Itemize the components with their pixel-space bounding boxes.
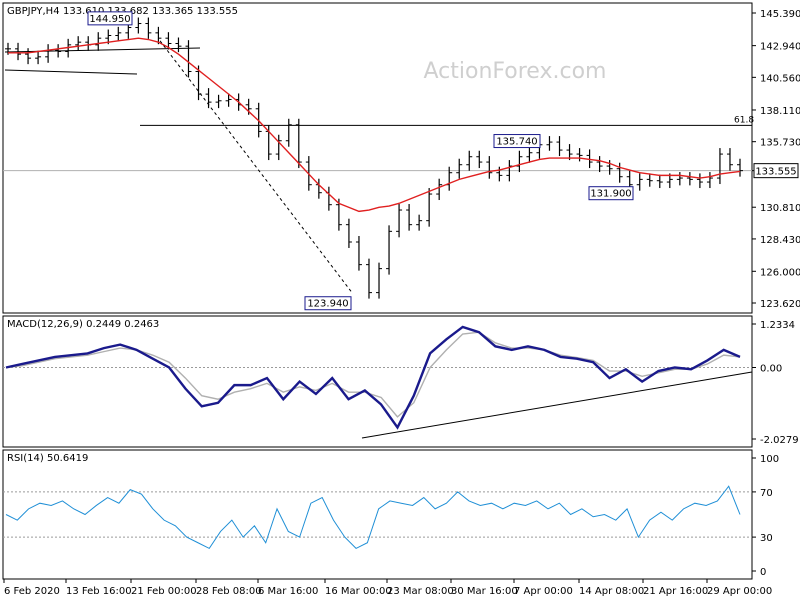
price-ytick-label: 128.430 — [760, 235, 800, 246]
macd-panel — [2, 315, 753, 448]
x-tick-label: 6 Mar 16:00 — [258, 586, 318, 597]
annotation-label: 123.940 — [307, 299, 348, 310]
chart-canvas: ActionForex.comGBPJPY,H4 133.610 133.682 … — [2, 2, 800, 597]
x-tick-label: 16 Mar 00:00 — [325, 586, 392, 597]
price-bars — [5, 17, 743, 299]
x-tick-label: 21 Feb 00:00 — [131, 586, 197, 597]
annotation-label: 144.950 — [89, 14, 130, 25]
x-tick-label: 13 Feb 16:00 — [66, 586, 132, 597]
annotation-label: 135.740 — [496, 137, 537, 148]
x-tick-label: 28 Feb 08:00 — [196, 586, 262, 597]
current-price-label: 133.555 — [755, 167, 796, 178]
macd-ytick-label: -2.0279 — [760, 435, 799, 446]
rsi-ytick-label: 0 — [760, 567, 766, 578]
x-tick-label: 7 Apr 00:00 — [514, 586, 573, 597]
symbol-label: GBPJPY,H4 — [7, 6, 60, 17]
price-ytick-label: 140.560 — [760, 73, 800, 84]
price-ytick-label: 130.810 — [760, 203, 800, 214]
macd-ytick-label: 0.00 — [760, 363, 782, 374]
x-tick-label: 21 Apr 16:00 — [643, 586, 708, 597]
rsi-panel — [2, 449, 753, 580]
x-tick-label: 23 Mar 08:00 — [387, 586, 454, 597]
rsi-ytick-label: 30 — [760, 533, 773, 544]
lower-trendline — [4, 69, 138, 75]
price-ytick-label: 135.730 — [760, 138, 800, 149]
fib-618-label: 61.8 — [734, 115, 754, 125]
price-ytick-label: 126.000 — [760, 267, 800, 278]
macd-trendline — [361, 371, 753, 439]
x-tick-label: 30 Mar 16:00 — [451, 586, 518, 597]
x-tick-label: 29 Apr 00:00 — [707, 586, 772, 597]
price-ytick-label: 145.390 — [760, 9, 800, 20]
macd-ytick-label: 1.2334 — [760, 320, 795, 331]
macd-title: MACD(12,26,9) 0.2449 0.2463 — [7, 319, 159, 330]
price-ytick-label: 138.110 — [760, 106, 800, 117]
x-tick-label: 6 Feb 2020 — [4, 586, 60, 597]
price-ytick-label: 142.940 — [760, 42, 800, 53]
rsi-ytick-label: 100 — [760, 454, 779, 465]
annotation-label: 131.900 — [590, 189, 631, 200]
x-tick-label: 14 Apr 08:00 — [579, 586, 644, 597]
price-ytick-label: 123.620 — [760, 299, 800, 310]
macd-line — [5, 325, 741, 430]
rsi-title: RSI(14) 50.6419 — [7, 453, 88, 464]
rsi-ytick-label: 70 — [760, 488, 773, 499]
swing-guide-dashed — [159, 40, 353, 293]
watermark-text: ActionForex.com — [424, 59, 607, 84]
rsi-line — [5, 485, 741, 550]
